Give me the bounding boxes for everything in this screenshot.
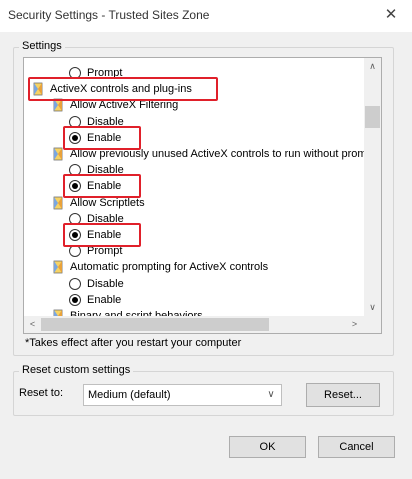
title-bar: Security Settings - Trusted Sites Zone ✕ xyxy=(0,0,412,32)
settings-shield-icon xyxy=(52,196,64,210)
highlight-box xyxy=(63,125,141,150)
highlight-box xyxy=(63,223,141,247)
radio-option[interactable]: Enable xyxy=(69,292,121,308)
vertical-scroll-thumb[interactable] xyxy=(365,106,380,128)
cancel-button-label: Cancel xyxy=(339,441,374,453)
row-label: Disable xyxy=(87,277,124,290)
settings-group-label: Settings xyxy=(19,40,65,52)
ok-button-label: OK xyxy=(259,441,276,453)
restart-note: *Takes effect after you restart your com… xyxy=(25,337,242,349)
vertical-scrollbar[interactable]: ∧ ∨ xyxy=(364,58,381,316)
chevron-down-icon: ∨ xyxy=(267,389,275,400)
settings-shield-icon xyxy=(52,309,64,316)
row-label: Automatic prompting for ActiveX controls xyxy=(70,261,269,274)
scroll-up-icon[interactable]: ∧ xyxy=(364,58,381,75)
cancel-button[interactable]: Cancel xyxy=(318,436,395,458)
radio-selected-icon[interactable] xyxy=(69,293,81,306)
horizontal-scrollbar[interactable]: < > xyxy=(24,316,381,333)
ok-button[interactable]: OK xyxy=(229,436,306,458)
scroll-left-icon[interactable]: < xyxy=(24,316,41,333)
radio-unselected-icon[interactable] xyxy=(69,277,81,290)
settings-shield-icon xyxy=(52,260,64,274)
scroll-down-icon[interactable]: ∨ xyxy=(364,299,381,316)
window-title: Security Settings - Trusted Sites Zone xyxy=(8,8,210,22)
row-label: Binary and script behaviors xyxy=(70,310,203,316)
reset-button-label: Reset... xyxy=(324,389,362,401)
reset-to-label: Reset to: xyxy=(19,387,64,399)
highlight-box xyxy=(28,77,218,102)
settings-item: Automatic prompting for ActiveX controls xyxy=(52,259,268,275)
settings-shield-icon xyxy=(52,147,64,161)
highlight-box xyxy=(63,174,141,199)
reset-level-dropdown[interactable]: Medium (default) ∨ xyxy=(83,384,282,406)
close-icon[interactable]: ✕ xyxy=(380,4,402,26)
reset-group-label: Reset custom settings xyxy=(19,364,134,376)
scroll-right-icon[interactable]: > xyxy=(346,316,363,333)
horizontal-scroll-thumb[interactable] xyxy=(41,318,269,331)
radio-option[interactable]: Disable xyxy=(69,276,124,292)
settings-list[interactable]: Prompt ActiveX controls and plug-ins Allow… xyxy=(23,57,382,334)
reset-button[interactable]: Reset... xyxy=(306,383,380,407)
reset-level-value: Medium (default) xyxy=(88,389,171,401)
row-label: Enable xyxy=(87,293,122,306)
settings-item: Binary and script behaviors xyxy=(52,308,203,316)
